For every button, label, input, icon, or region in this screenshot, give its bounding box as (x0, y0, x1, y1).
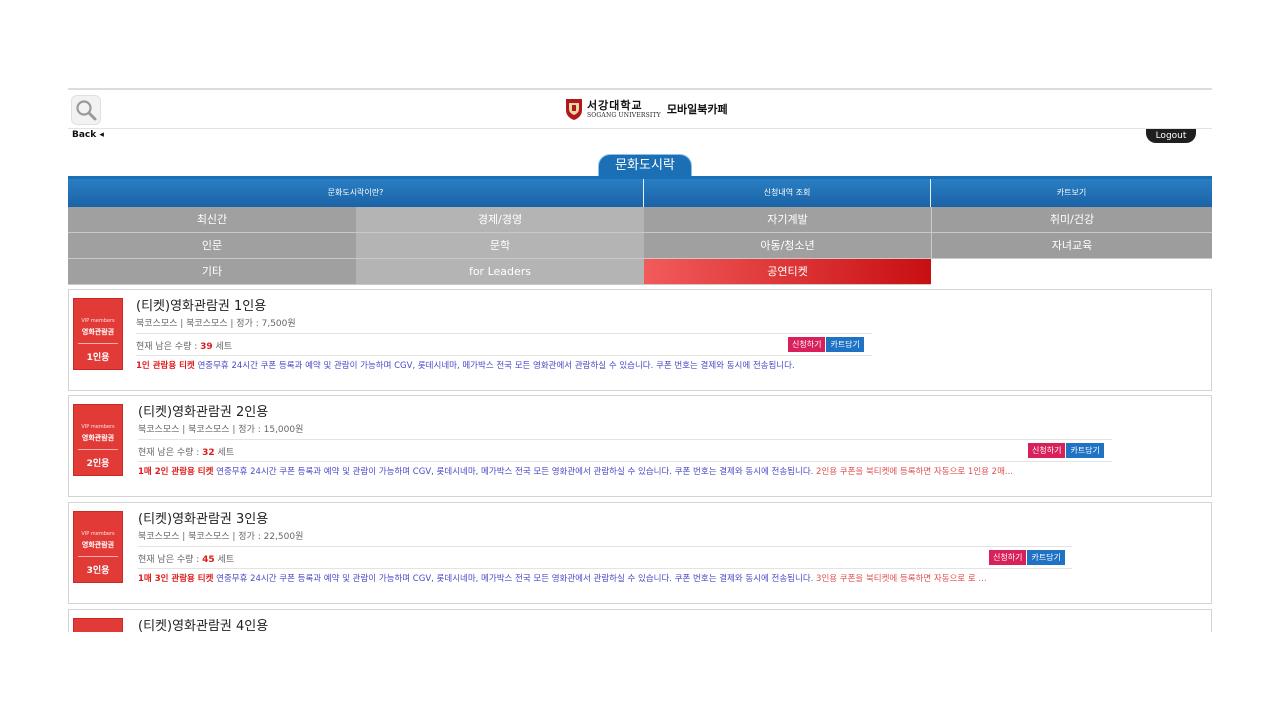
category-performance-tickets[interactable]: 공연티켓 (644, 259, 931, 285)
description-highlight: 1매 3인 관람용 티켓 (138, 574, 214, 584)
menu-cart[interactable]: 카트보기 (931, 179, 1212, 207)
category-parenting[interactable]: 자녀교육 (931, 233, 1212, 259)
product-actions: 신청하기 카트담기 (989, 550, 1065, 565)
header-bar: 서강대학교 SOGANG UNIVERSITY 모바일북카페 (68, 90, 1212, 129)
product-divider (138, 568, 1072, 569)
thumbnail-title: 영화관람권 (81, 434, 115, 442)
stock-count: 32 (202, 448, 215, 458)
category-newest[interactable]: 최신간 (68, 207, 356, 233)
add-to-cart-button[interactable]: 카트담기 (826, 337, 864, 352)
description-text: 연중무휴 24시간 쿠폰 등록과 예약 및 관람이 가능하며 CGV, 롯데시네… (213, 574, 814, 584)
product-description: 1인 관람용 티켓 연중무휴 24시간 쿠폰 등록과 예약 및 관람이 가능하며… (136, 360, 876, 372)
stock-info: 현재 남은 수량 : 45 세트 (138, 552, 234, 565)
thumbnail-caption: VIP members (81, 531, 115, 537)
thumbnail-label: 3인용 (86, 566, 110, 576)
product-item: (티켓)영화관람권 4인용 (68, 609, 1212, 632)
apply-button[interactable]: 신청하기 (1028, 443, 1066, 458)
description-text: 연중무휴 24시간 쿠폰 등록과 예약 및 관람이 가능하며 CGV, 롯데시네… (194, 361, 795, 371)
university-logo[interactable]: 서강대학교 SOGANG UNIVERSITY 모바일북카페 (565, 95, 728, 123)
logout-button[interactable]: Logout (1146, 129, 1196, 143)
category-children[interactable]: 아동/청소년 (644, 233, 931, 259)
product-thumbnail[interactable]: VIP members 영화관람권 3인용 (73, 511, 123, 583)
category-etc[interactable]: 기타 (68, 259, 356, 285)
stock-info: 현재 남은 수량 : 39 세트 (136, 339, 232, 352)
add-to-cart-button[interactable]: 카트담기 (1066, 443, 1104, 458)
stock-unit: 세트 (214, 555, 235, 565)
stock-unit: 세트 (214, 448, 235, 458)
back-link[interactable]: Back ◂ (72, 130, 104, 140)
section-title-tab: 문화도시락 (598, 154, 692, 177)
app-frame: 서강대학교 SOGANG UNIVERSITY 모바일북카페 Back ◂ Lo… (68, 88, 1212, 632)
description-text: 연중무휴 24시간 쿠폰 등록과 예약 및 관람이 가능하며 CGV, 롯데시네… (213, 467, 814, 477)
stock-label: 현재 남은 수량 : (138, 448, 203, 458)
category-economy[interactable]: 경제/경영 (356, 207, 644, 233)
thumbnail-label: 2인용 (86, 459, 110, 469)
product-info: 북코스모스 | 북코스모스 | 정가 : 15,000원 (138, 425, 304, 435)
logo-korean-text: 서강대학교 (587, 98, 643, 112)
category-for-leaders[interactable]: for Leaders (356, 259, 644, 285)
thumbnail-title: 영화관람권 (81, 328, 115, 336)
product-info: 북코스모스 | 북코스모스 | 정가 : 7,500원 (136, 319, 296, 329)
logo-english-text: SOGANG UNIVERSITY (587, 111, 661, 119)
product-title[interactable]: (티켓)영화관람권 2인용 (138, 401, 268, 420)
stock-unit: 세트 (212, 342, 233, 352)
search-icon (76, 100, 97, 121)
thumbnail-divider (78, 449, 118, 450)
apply-button[interactable]: 신청하기 (788, 337, 826, 352)
product-item: VIP members 영화관람권 1인용 (티켓)영화관람권 1인용 북코스모… (68, 289, 1212, 391)
product-actions: 신청하기 카트담기 (1028, 443, 1104, 458)
product-divider (138, 439, 1112, 440)
stock-label: 현재 남은 수량 : (138, 555, 203, 565)
add-to-cart-button[interactable]: 카트담기 (1027, 550, 1065, 565)
product-divider (136, 333, 872, 334)
thumbnail-divider (78, 343, 118, 344)
category-humanities[interactable]: 인문 (68, 233, 356, 259)
thumbnail-divider (78, 556, 118, 557)
menu-history[interactable]: 신청내역 조회 (644, 179, 931, 207)
description-tail: 2인용 쿠폰을 북티켓에 등록하면 자동으로 1인용 2매... (813, 467, 1013, 477)
product-item: VIP members 영화관람권 3인용 (티켓)영화관람권 3인용 북코스모… (68, 502, 1212, 604)
menu-about[interactable]: 문화도시락이란? (68, 179, 644, 207)
category-hobby-health[interactable]: 취미/건강 (931, 207, 1212, 233)
description-tail: 3인용 쿠폰을 북티켓에 등록하면 자동으로 로 ... (813, 574, 987, 584)
search-button[interactable] (71, 95, 101, 125)
product-title[interactable]: (티켓)영화관람권 1인용 (136, 295, 266, 314)
product-info: 북코스모스 | 북코스모스 | 정가 : 22,500원 (138, 532, 304, 542)
main-menu: 문화도시락이란? 신청내역 조회 카트보기 (68, 179, 1212, 207)
stock-info: 현재 남은 수량 : 32 세트 (138, 445, 234, 458)
thumbnail-caption: VIP members (81, 318, 115, 324)
apply-button[interactable]: 신청하기 (989, 550, 1027, 565)
product-thumbnail[interactable]: VIP members 영화관람권 1인용 (73, 298, 123, 370)
product-thumbnail[interactable]: VIP members 영화관람권 2인용 (73, 404, 123, 476)
product-thumbnail[interactable] (73, 618, 123, 632)
thumbnail-title: 영화관람권 (81, 541, 115, 549)
product-description: 1매 3인 관람용 티켓 연중무휴 24시간 쿠폰 등록과 예약 및 관람이 가… (138, 573, 1078, 585)
thumbnail-label: 1인용 (86, 353, 110, 363)
stock-count: 45 (202, 555, 215, 565)
university-crest-icon (566, 99, 582, 120)
product-description: 1매 2인 관람용 티켓 연중무휴 24시간 쿠폰 등록과 예약 및 관람이 가… (138, 466, 1118, 478)
category-self-help[interactable]: 자기계발 (644, 207, 931, 233)
product-title[interactable]: (티켓)영화관람권 3인용 (138, 508, 268, 527)
thumbnail-caption: VIP members (81, 424, 115, 430)
category-literature[interactable]: 문학 (356, 233, 644, 259)
product-actions: 신청하기 카트담기 (788, 337, 864, 352)
description-highlight: 1매 2인 관람용 티켓 (138, 467, 214, 477)
stock-label: 현재 남은 수량 : (136, 342, 201, 352)
product-item: VIP members 영화관람권 2인용 (티켓)영화관람권 2인용 북코스모… (68, 395, 1212, 497)
product-divider (138, 461, 1112, 462)
description-highlight: 1인 관람용 티켓 (136, 361, 195, 371)
product-divider (136, 355, 872, 356)
category-grid: 최신간 경제/경영 자기계발 취미/건강 인문 문학 아동/청소년 자녀교육 기… (68, 207, 1212, 287)
stock-count: 39 (200, 342, 213, 352)
product-divider (138, 546, 1072, 547)
mobile-book-cafe-label: 모바일북카페 (666, 103, 728, 116)
product-title[interactable]: (티켓)영화관람권 4인용 (138, 615, 268, 632)
